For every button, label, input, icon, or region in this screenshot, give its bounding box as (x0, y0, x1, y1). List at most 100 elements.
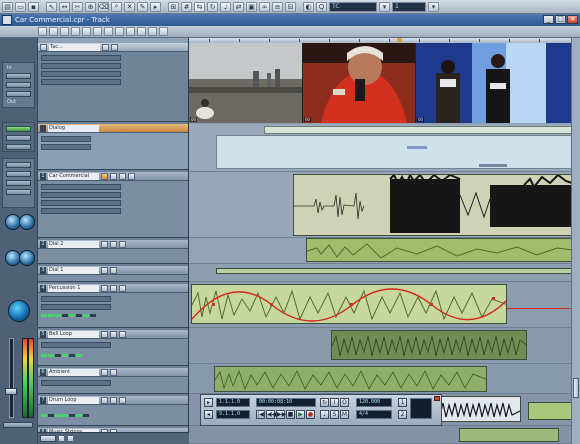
track-setting[interactable] (41, 71, 121, 77)
track-setting[interactable] (41, 200, 121, 206)
track-row-car-commercial[interactable]: 1 Car Commercial (38, 172, 188, 238)
mixer-icon[interactable]: ⊟ (285, 1, 296, 12)
track-read-icon[interactable] (82, 27, 91, 36)
minimize-button[interactable]: _ (543, 15, 554, 24)
track-name[interactable]: Ambient (48, 368, 99, 376)
audio-event[interactable] (306, 238, 580, 262)
folder-part[interactable] (264, 126, 580, 134)
mute-button[interactable] (101, 172, 108, 180)
file-icon[interactable]: ▤ (2, 1, 13, 12)
edit-icon[interactable]: ≡ (272, 1, 283, 12)
fast-forward-button[interactable]: ▶▶ (276, 410, 286, 419)
show-inspector-icon[interactable] (38, 27, 47, 36)
lane-icon[interactable] (126, 27, 135, 36)
solo-button[interactable] (110, 368, 117, 376)
video-track[interactable]: Tac... (38, 43, 188, 122)
folder-icon[interactable] (104, 27, 113, 36)
rewind-button[interactable]: ◀◀ (266, 410, 276, 419)
track-setting[interactable] (41, 63, 121, 69)
mute-button[interactable] (101, 266, 108, 274)
track-setting[interactable] (41, 55, 121, 61)
freeze-icon[interactable] (137, 27, 146, 36)
inspector-button-9[interactable] (6, 189, 31, 195)
solo-button[interactable] (110, 266, 117, 274)
open-icon[interactable]: ▭ (15, 1, 26, 12)
track-row-drum-loop[interactable]: 7 Drum Loop (38, 396, 188, 426)
monitor-icon[interactable]: ▣ (246, 1, 257, 12)
add-track-icon[interactable] (49, 27, 58, 36)
track-row-bell-loop[interactable]: 5 Bell Loop (38, 330, 188, 366)
pointer-tool-icon[interactable]: ↖ (46, 1, 57, 12)
audio-event[interactable] (528, 402, 572, 420)
track-name[interactable]: Tac... (49, 43, 100, 51)
quantize-icon[interactable]: Q (316, 1, 327, 12)
track-name[interactable]: Dial 2 (48, 240, 99, 248)
track-setting[interactable] (41, 144, 91, 150)
folder-part[interactable] (216, 135, 580, 169)
track-button[interactable] (111, 43, 118, 51)
record-button[interactable]: ● (306, 410, 315, 419)
transport-close-icon[interactable] (434, 396, 440, 401)
vertical-scrollbar[interactable] (571, 38, 580, 444)
record-button[interactable] (119, 240, 126, 248)
inspector-button-4[interactable] (6, 135, 31, 141)
audio-event[interactable] (214, 366, 487, 392)
color-icon[interactable]: ◐ (303, 1, 314, 12)
zoom-tool-icon[interactable]: ⌕ (111, 1, 122, 12)
transport-mode-icon[interactable]: ▸ (204, 398, 213, 407)
signature-display[interactable]: 4/4 (356, 410, 392, 419)
marker-display[interactable] (410, 398, 432, 419)
mute-button[interactable] (101, 240, 108, 248)
edit-channel-icon[interactable] (148, 27, 157, 36)
record-button[interactable] (119, 396, 126, 404)
lock-icon[interactable] (115, 27, 124, 36)
mute-button[interactable] (101, 330, 108, 338)
track-setting[interactable] (41, 184, 121, 190)
range-tool-icon[interactable]: ↔ (59, 1, 70, 12)
metronome-icon[interactable]: ♩ (220, 1, 231, 12)
track-setting[interactable] (41, 380, 111, 386)
solo-button[interactable] (110, 172, 117, 180)
inspector-button-7[interactable] (6, 171, 31, 177)
track-button[interactable] (102, 43, 109, 51)
mute-button[interactable] (101, 284, 108, 292)
track-row-ambient[interactable]: 6 Ambient (38, 368, 188, 394)
event-display[interactable]: 00 00 00 (189, 38, 580, 444)
mute-tool-icon[interactable]: ✕ (124, 1, 135, 12)
autoscroll-icon[interactable]: ⇆ (194, 1, 205, 12)
punch-in-button[interactable]: I (330, 398, 339, 407)
marker-2-button[interactable]: 2 (398, 410, 407, 419)
tempo-display[interactable]: 120.000 (356, 398, 392, 407)
inspector-bottom-button[interactable] (3, 422, 33, 428)
inspector-button-8[interactable] (6, 180, 31, 186)
inspector-button-1[interactable] (6, 73, 31, 79)
track-row-dialog[interactable]: Dialog (38, 124, 188, 170)
audio-event[interactable] (331, 330, 527, 360)
monitor-button[interactable] (128, 172, 135, 180)
master-pan-knob[interactable] (8, 300, 30, 322)
track-name[interactable]: Dialog (48, 124, 99, 132)
position-display[interactable]: 00:00:08:10 (256, 398, 316, 407)
quantize-type-field[interactable]: TC (329, 1, 377, 12)
record-button[interactable] (119, 330, 126, 338)
inspector-button-2[interactable] (6, 82, 31, 88)
track-setting[interactable] (41, 208, 121, 214)
track-row-dial-1[interactable]: 3 Dial 1 (38, 266, 188, 282)
track-name[interactable]: Dial 1 (48, 266, 99, 274)
marker-1-button[interactable]: 1 (398, 398, 407, 407)
track-name[interactable]: Drum Loop (48, 396, 99, 404)
solo-button[interactable] (110, 284, 117, 292)
erase-tool-icon[interactable]: ⌫ (98, 1, 109, 12)
track-name[interactable]: Percussion 1 (48, 284, 99, 292)
sync-button[interactable]: S (330, 410, 339, 419)
audio-event[interactable] (216, 268, 580, 274)
sync-icon[interactable]: ⇄ (233, 1, 244, 12)
audio-event[interactable] (191, 284, 507, 324)
solo-button[interactable] (110, 240, 117, 248)
zoom-out-icon[interactable] (58, 435, 65, 442)
transport-record-mode-icon[interactable]: ◂ (204, 410, 213, 419)
track-mute-icon[interactable] (60, 27, 69, 36)
track-setting[interactable] (41, 136, 91, 142)
grid-icon[interactable]: # (181, 1, 192, 12)
click-button[interactable]: ♩ (320, 410, 329, 419)
